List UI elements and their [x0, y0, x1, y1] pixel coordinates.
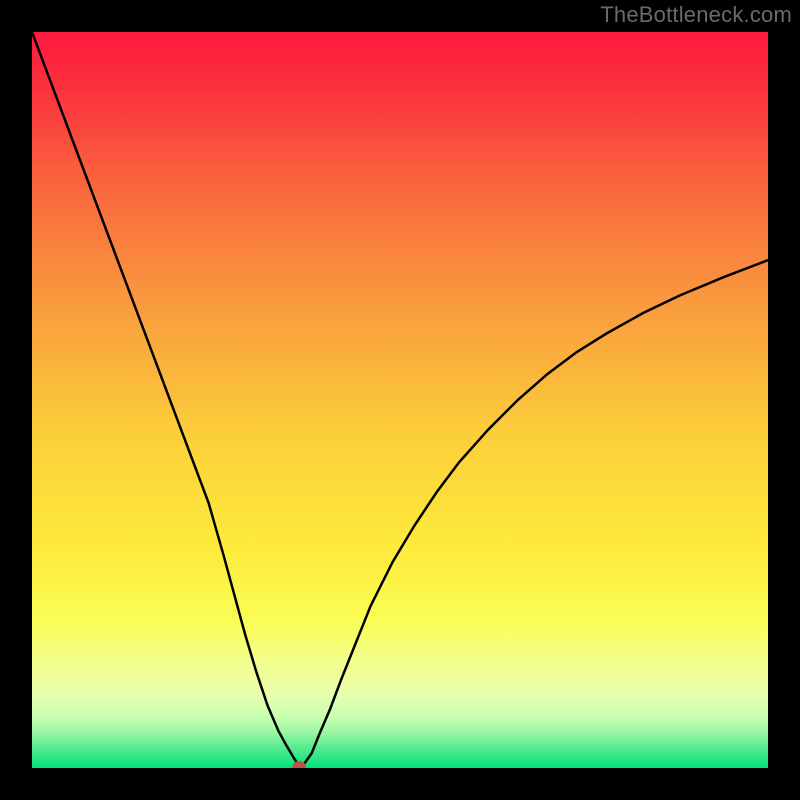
watermark-text: TheBottleneck.com [600, 2, 792, 28]
gradient-background [32, 32, 768, 768]
chart-frame: TheBottleneck.com [0, 0, 800, 800]
plot-area [32, 32, 768, 768]
chart-svg [32, 32, 768, 768]
